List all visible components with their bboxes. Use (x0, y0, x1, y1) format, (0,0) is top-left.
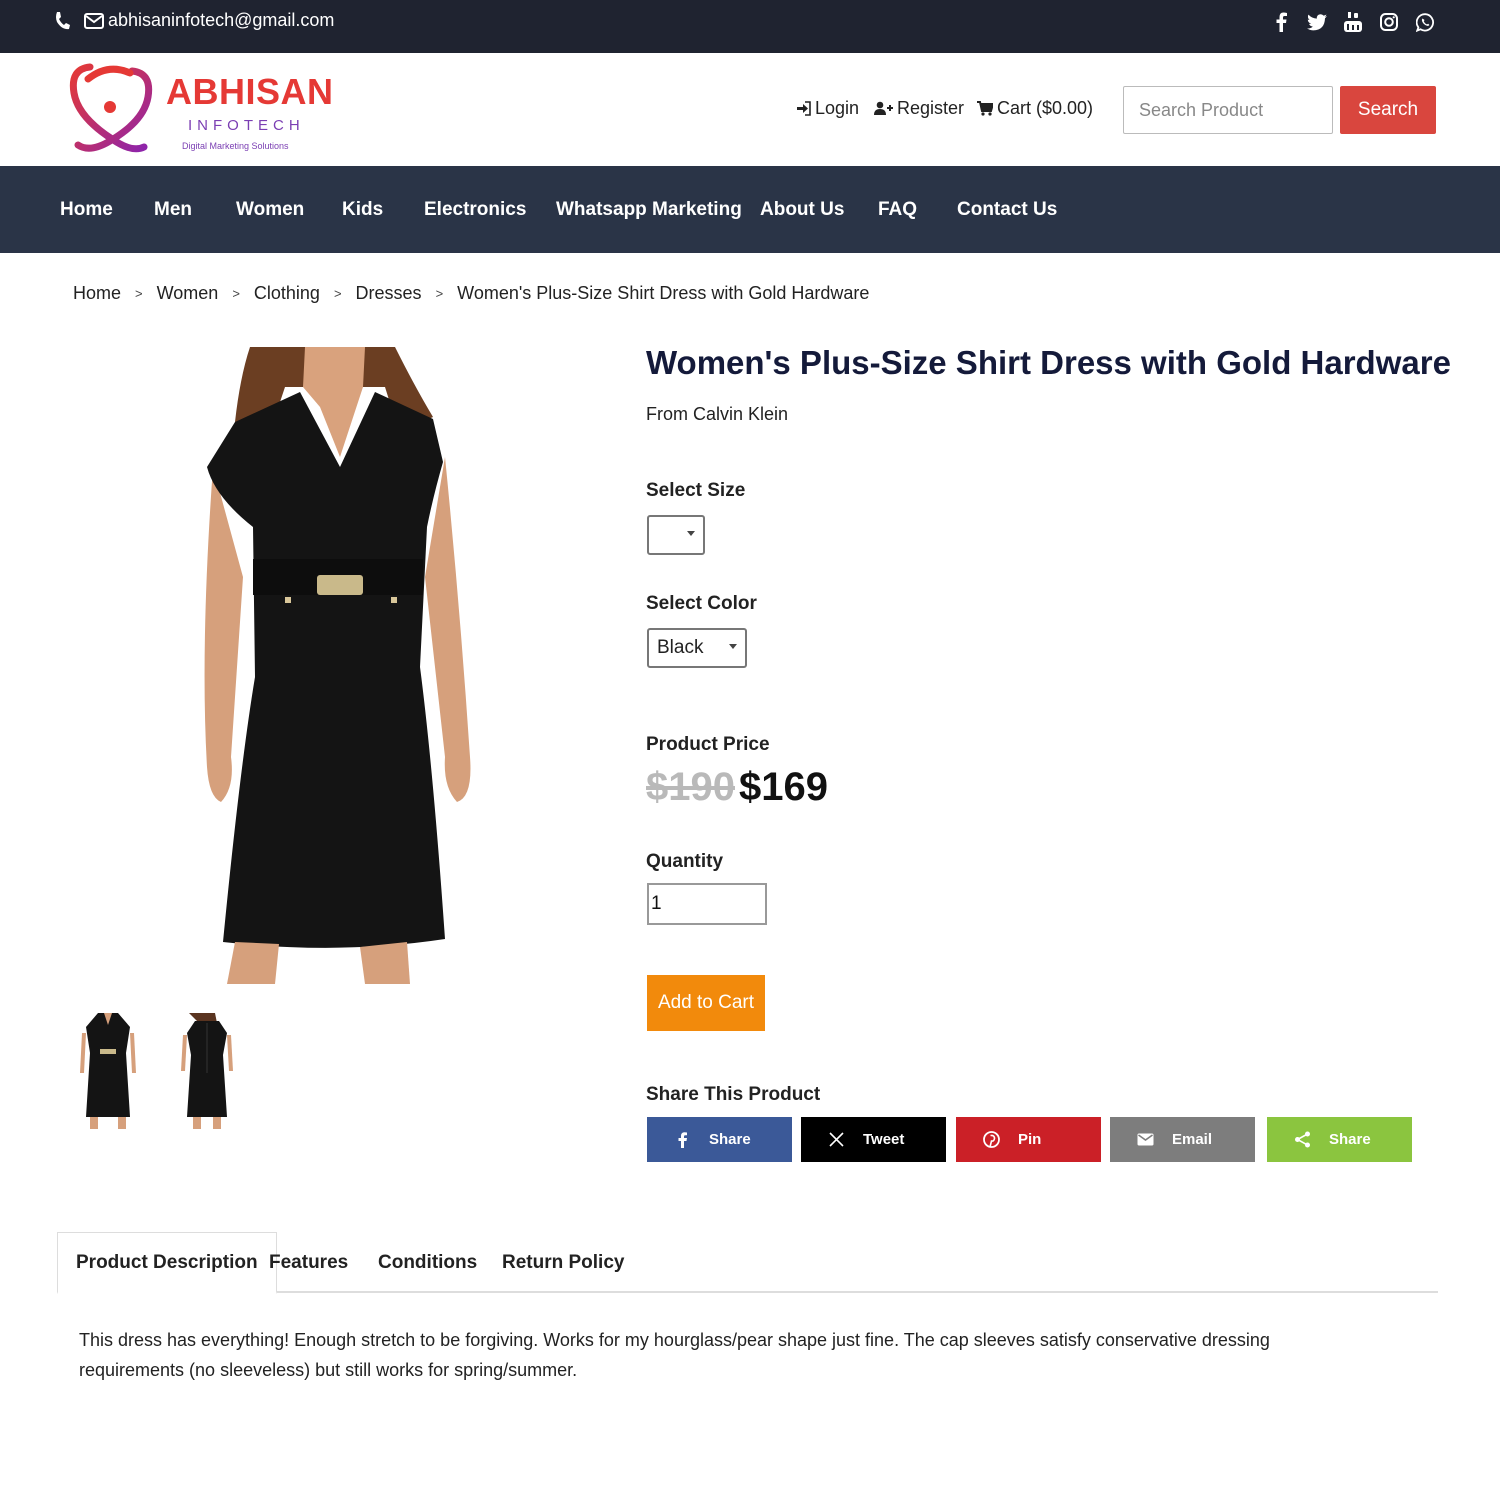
top-bar: abhisaninfotech@gmail.com (0, 0, 1500, 53)
register-label: Register (897, 98, 965, 118)
color-label: Select Color (646, 593, 757, 614)
login-link[interactable]: Login (796, 98, 859, 119)
current-price: $169 (739, 765, 828, 809)
breadcrumb-dresses[interactable]: Dresses (356, 283, 422, 304)
tab-product-description[interactable]: Product Description (57, 1232, 277, 1294)
old-price: $190 (646, 765, 735, 809)
search-button[interactable]: Search (1340, 86, 1436, 134)
main-nav: Home Men Women Kids Electronics Whatsapp… (0, 166, 1500, 253)
logo[interactable]: ABHISAN INFOTECH Digital Marketing Solut… (68, 61, 338, 161)
share-pinterest-label: Pin (1018, 1131, 1042, 1148)
share-label: Share This Product (646, 1084, 821, 1105)
chevron-right-icon: > (435, 286, 444, 301)
whatsapp-icon[interactable] (1414, 11, 1436, 33)
nav-item-whatsapp-marketing[interactable]: Whatsapp Marketing (556, 199, 742, 221)
logo-brand: ABHISAN (166, 71, 334, 112)
chevron-right-icon: > (135, 286, 143, 301)
product-brand: From Calvin Klein (646, 404, 789, 424)
chevron-down-icon (729, 644, 737, 649)
product-thumbnail[interactable] (177, 1013, 237, 1129)
logo-tagline: Digital Marketing Solutions (182, 141, 289, 151)
product-tabs: Product Description Features Conditions … (57, 1232, 1438, 1294)
share-email-label: Email (1172, 1131, 1213, 1148)
chevron-right-icon: > (232, 286, 240, 301)
x-icon (821, 1132, 851, 1147)
nav-item-men[interactable]: Men (154, 199, 192, 221)
user-plus-icon (874, 101, 893, 115)
login-icon (797, 101, 811, 116)
contact-email[interactable]: abhisaninfotech@gmail.com (108, 10, 334, 31)
facebook-icon[interactable] (1270, 11, 1292, 33)
tab-features[interactable]: Features (269, 1232, 348, 1293)
share-email-button[interactable]: Email (1110, 1117, 1255, 1162)
cart-label: Cart ($0.00) (997, 98, 1094, 118)
register-link[interactable]: Register (874, 98, 964, 119)
site-header: ABHISAN INFOTECH Digital Marketing Solut… (0, 53, 1500, 166)
logo-mark-icon (69, 63, 153, 153)
twitter-icon[interactable] (1306, 11, 1328, 33)
price-label: Product Price (646, 734, 770, 755)
mail-icon (84, 12, 104, 29)
phone-icon[interactable] (54, 11, 70, 31)
nav-item-electronics[interactable]: Electronics (424, 199, 526, 221)
share-pinterest-button[interactable]: Pin (956, 1117, 1101, 1162)
pinterest-icon (976, 1131, 1006, 1148)
nav-item-kids[interactable]: Kids (342, 199, 383, 221)
color-value: Black (657, 637, 704, 658)
share-facebook-label: Share (709, 1131, 751, 1148)
nav-item-faq[interactable]: FAQ (878, 199, 917, 221)
tab-return-policy[interactable]: Return Policy (502, 1232, 624, 1293)
breadcrumb: Home > Women > Clothing > Dresses > Wome… (73, 283, 869, 304)
search-input[interactable] (1123, 86, 1333, 134)
share-generic-label: Share (1329, 1131, 1371, 1148)
quantity-label: Quantity (646, 851, 724, 872)
login-label: Login (815, 98, 860, 118)
share-facebook-button[interactable]: Share (647, 1117, 792, 1162)
share-x-label: Tweet (863, 1131, 905, 1148)
cart-link[interactable]: Cart ($0.00) (977, 98, 1093, 119)
tab-conditions[interactable]: Conditions (378, 1232, 477, 1293)
share-x-button[interactable]: Tweet (801, 1117, 946, 1162)
breadcrumb-clothing[interactable]: Clothing (254, 283, 320, 304)
breadcrumb-home[interactable]: Home (73, 283, 121, 304)
nav-item-contact-us[interactable]: Contact Us (957, 199, 1057, 221)
product-description-text: This dress has everything! Enough stretc… (79, 1330, 1270, 1380)
nav-item-women[interactable]: Women (236, 199, 304, 221)
share-generic-button[interactable]: Share (1267, 1117, 1412, 1162)
logo-subtitle: INFOTECH (188, 117, 305, 134)
color-select[interactable]: Black (647, 628, 747, 668)
contact-info: abhisaninfotech@gmail.com (54, 10, 334, 31)
share-buttons: Share Tweet Pin Email Share (647, 1117, 1413, 1162)
product-main-image[interactable] (195, 347, 480, 984)
chevron-right-icon: > (333, 286, 342, 301)
product-title: Women's Plus-Size Shirt Dress with Gold … (646, 344, 1451, 381)
breadcrumb-women[interactable]: Women (157, 283, 219, 304)
facebook-icon (667, 1131, 697, 1148)
breadcrumb-current: Women's Plus-Size Shirt Dress with Gold … (457, 283, 870, 303)
nav-item-about-us[interactable]: About Us (760, 199, 844, 221)
chevron-down-icon (687, 531, 695, 536)
add-to-cart-button[interactable]: Add to Cart (647, 975, 765, 1031)
cart-icon (977, 101, 993, 116)
size-label: Select Size (646, 480, 746, 501)
quantity-input[interactable] (647, 883, 767, 925)
email-icon (1130, 1133, 1160, 1146)
product-thumbnail[interactable] (78, 1013, 138, 1129)
size-select[interactable] (647, 515, 705, 555)
nav-item-home[interactable]: Home (60, 199, 113, 221)
share-icon (1287, 1131, 1317, 1148)
youtube-icon[interactable] (1342, 11, 1364, 33)
social-links (1270, 11, 1436, 33)
instagram-icon[interactable] (1378, 11, 1400, 33)
